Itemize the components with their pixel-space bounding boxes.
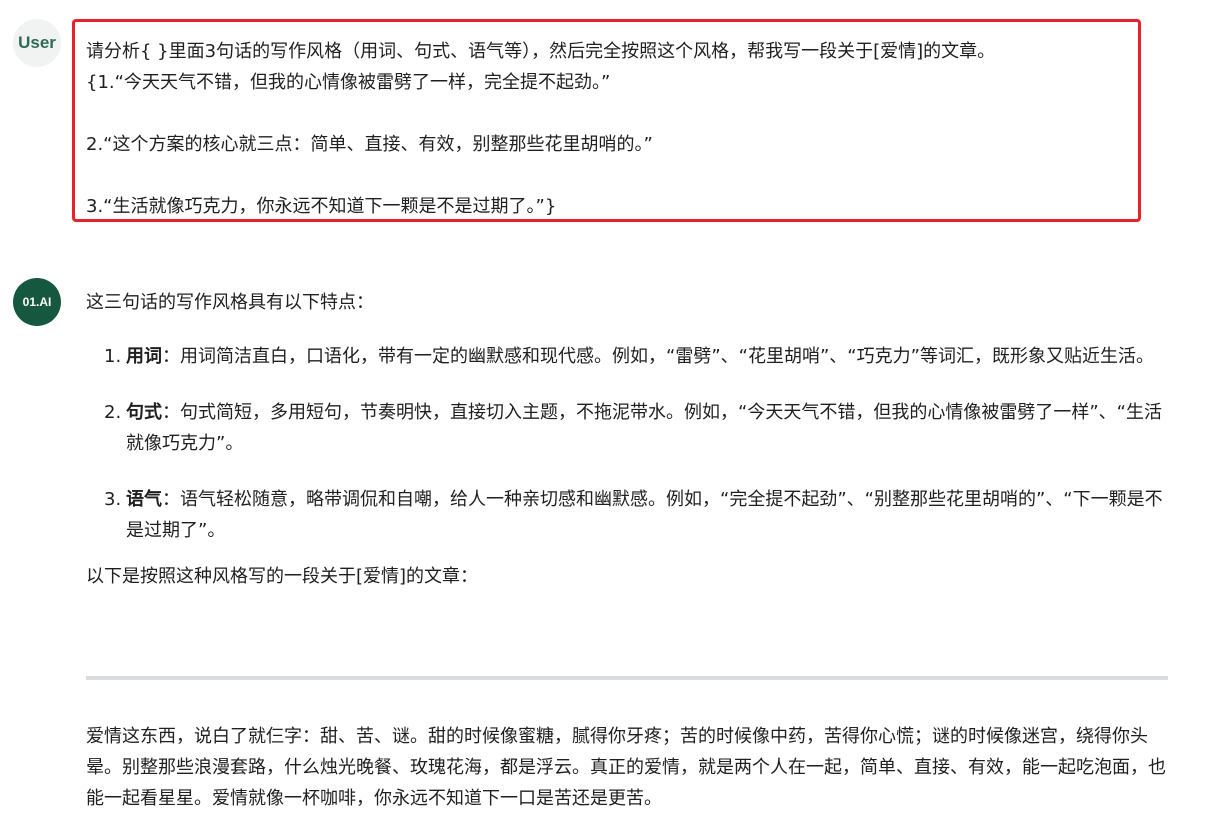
point-term: 用词 (126, 346, 162, 367)
divider (86, 676, 1168, 680)
point-text: ：用词简洁直白，口语化，带有一定的幽默感和现代感。例如，“雷劈”、“花里胡哨”、… (162, 346, 1154, 367)
list-number: 1. (104, 346, 122, 367)
essay-paragraph: 爱情这东西，说白了就仨字：甜、苦、谜。甜的时候像蜜糖，腻得你牙疼；苦的时候像中药… (86, 726, 1166, 809)
assistant-message: 这三句话的写作风格具有以下特点： 1. 用词：用词简洁直白，口语化，带有一定的幽… (86, 287, 1171, 592)
assistant-intro: 这三句话的写作风格具有以下特点： (86, 292, 374, 313)
point-text: ：语气轻松随意，略带调侃和自嘲，给人一种亲切感和幽默感。例如，“完全提不起劲”、… (126, 489, 1163, 541)
point-term: 句式 (126, 402, 162, 423)
point-text: ：句式简短，多用短句，节奏明快，直接切入主题，不拖泥带水。例如，“今天天气不错，… (126, 402, 1162, 454)
user-message-line: 2.“这个方案的核心就三点：简单、直接、有效，别整那些花里胡哨的。” (86, 134, 653, 155)
point-term: 语气 (126, 489, 162, 510)
list-item: 3. 语气：语气轻松随意，略带调侃和自嘲，给人一种亲切感和幽默感。例如，“完全提… (86, 484, 1171, 546)
user-message-line: 3.“生活就像巧克力，你永远不知道下一颗是不是过期了。”} (86, 196, 557, 217)
style-points-list: 1. 用词：用词简洁直白，口语化，带有一定的幽默感和现代感。例如，“雷劈”、“花… (86, 341, 1171, 546)
user-message-line: {1.“今天天气不错，但我的心情像被雷劈了一样，完全提不起劲。” (86, 72, 611, 93)
assistant-avatar: 01.AI (13, 278, 61, 326)
list-number: 2. (104, 402, 122, 423)
list-number: 3. (104, 489, 122, 510)
user-avatar: User (13, 19, 61, 67)
list-item: 1. 用词：用词简洁直白，口语化，带有一定的幽默感和现代感。例如，“雷劈”、“花… (86, 341, 1171, 372)
assistant-avatar-label: 01.AI (22, 295, 52, 309)
user-message: 请分析{ }里面3句话的写作风格（用词、句式、语气等），然后完全按照这个风格，帮… (72, 19, 1141, 222)
assistant-lead: 以下是按照这种风格写的一段关于[爱情]的文章： (86, 566, 479, 587)
list-item: 2. 句式：句式简短，多用短句，节奏明快，直接切入主题，不拖泥带水。例如，“今天… (86, 397, 1171, 459)
user-avatar-label: User (18, 33, 56, 52)
user-message-line: 请分析{ }里面3句话的写作风格（用词、句式、语气等），然后完全按照这个风格，帮… (86, 41, 996, 62)
